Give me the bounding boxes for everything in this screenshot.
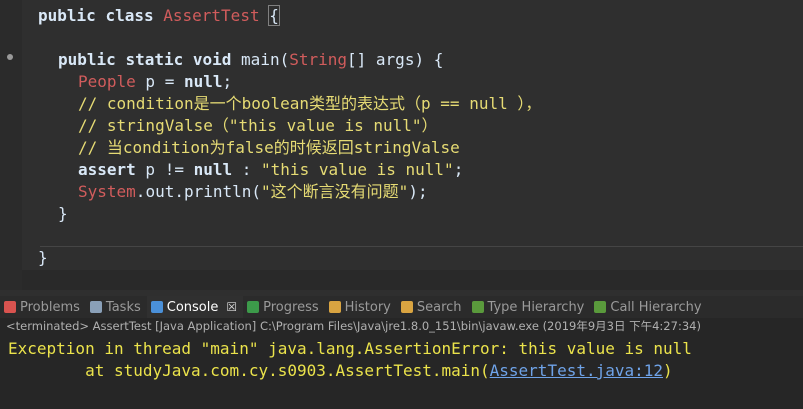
search-icon <box>400 301 413 313</box>
fold-marker-icon[interactable] <box>7 54 13 60</box>
code-comment-2: // stringValse（"this value is null"） <box>78 116 438 135</box>
class-name: System <box>78 182 136 201</box>
console-text: ) <box>663 361 673 380</box>
code-text: .println( <box>174 182 262 201</box>
tab-label: Search <box>416 299 462 315</box>
method-name: main( <box>241 50 290 69</box>
tab-label: Progress <box>263 299 319 315</box>
keyword: static <box>125 50 184 69</box>
code-text: ); <box>408 182 428 201</box>
string-literal: "这个断言没有问题" <box>261 182 409 201</box>
keyword: assert <box>78 160 136 179</box>
code-line-9: } <box>58 204 68 223</box>
tab-console[interactable]: Console ☒ <box>146 296 244 318</box>
code-line-8: System.out.println("这个断言没有问题"); <box>78 181 428 203</box>
code-comment-3: // 当condition为false的时候返回stringValse <box>78 138 460 157</box>
code-text: p = <box>135 72 184 91</box>
tab-label: History <box>344 299 391 315</box>
code-text: [] args) { <box>347 50 444 69</box>
class-name: AssertTest <box>163 6 260 25</box>
tab-history[interactable]: History <box>325 296 397 318</box>
keyword: class <box>105 6 154 25</box>
keyword: public <box>58 50 116 69</box>
tab-call-hierarchy[interactable]: Call Hierarchy <box>590 296 707 318</box>
code-text: : <box>232 160 262 179</box>
history-icon <box>328 301 341 313</box>
tab-type-hierarchy[interactable]: Type Hierarchy <box>468 296 591 318</box>
tab-problems[interactable]: Problems <box>0 296 86 318</box>
code-text: ; <box>453 160 464 179</box>
tasks-icon <box>89 301 102 313</box>
tab-label: Console <box>166 299 219 315</box>
console-text: at studyJava.com.cy.s0903.AssertTest.mai… <box>8 361 490 380</box>
code-line-10: } <box>38 248 48 267</box>
keyword: null <box>183 72 223 91</box>
keyword: void <box>192 50 232 69</box>
tab-tasks[interactable]: Tasks <box>86 296 147 318</box>
type-name: People <box>78 72 136 91</box>
code-text: . <box>135 182 146 201</box>
call-hierarchy-icon <box>594 301 607 313</box>
progress-icon <box>247 301 260 313</box>
code-area[interactable]: public class AssertTest { public static … <box>22 0 803 290</box>
code-line-3: People p = null; <box>78 71 232 93</box>
tab-label: Problems <box>20 299 80 315</box>
type-name: String <box>289 50 348 69</box>
code-text: p != <box>135 160 194 179</box>
field-name: out <box>145 182 175 201</box>
code-line-2: public static void main(String[] args) { <box>58 49 443 71</box>
console-status-line: <terminated> AssertTest [Java Applicatio… <box>0 318 803 334</box>
current-line-highlight <box>40 246 803 271</box>
code-editor[interactable]: public class AssertTest { public static … <box>0 0 803 290</box>
editor-horizontal-scrollbar[interactable] <box>22 270 803 290</box>
keyword: null <box>193 160 233 179</box>
brace: { <box>268 5 280 26</box>
view-tabs-bar: Problems Tasks Console ☒ Progress History Sear… <box>0 296 803 318</box>
close-icon[interactable]: ☒ <box>226 300 237 314</box>
tab-label: Tasks <box>105 299 141 315</box>
keyword: public <box>38 6 96 25</box>
string-literal: "this value is null" <box>261 160 454 179</box>
console-output[interactable]: Exception in thread "main" java.lang.Ass… <box>0 334 803 409</box>
code-line-7: assert p != null : "this value is null"; <box>78 159 463 181</box>
code-comment-1: // condition是一个boolean类型的表达式（p == null ）… <box>78 94 542 113</box>
problems-icon <box>4 301 16 313</box>
code-line-1: public class AssertTest { <box>38 5 280 27</box>
code-text: ; <box>222 72 233 91</box>
tab-label: Call Hierarchy <box>610 299 702 315</box>
source-link[interactable]: AssertTest.java:12 <box>490 361 663 380</box>
editor-ruler <box>0 0 22 290</box>
console-line-2: at studyJava.com.cy.s0903.AssertTest.mai… <box>8 360 673 382</box>
console-line-1: Exception in thread "main" java.lang.Ass… <box>8 339 692 358</box>
console-icon <box>150 301 163 313</box>
tab-progress[interactable]: Progress <box>243 296 324 318</box>
type-hierarchy-icon <box>471 301 484 313</box>
tab-label: Type Hierarchy <box>487 299 585 315</box>
tab-search[interactable]: Search <box>397 296 468 318</box>
